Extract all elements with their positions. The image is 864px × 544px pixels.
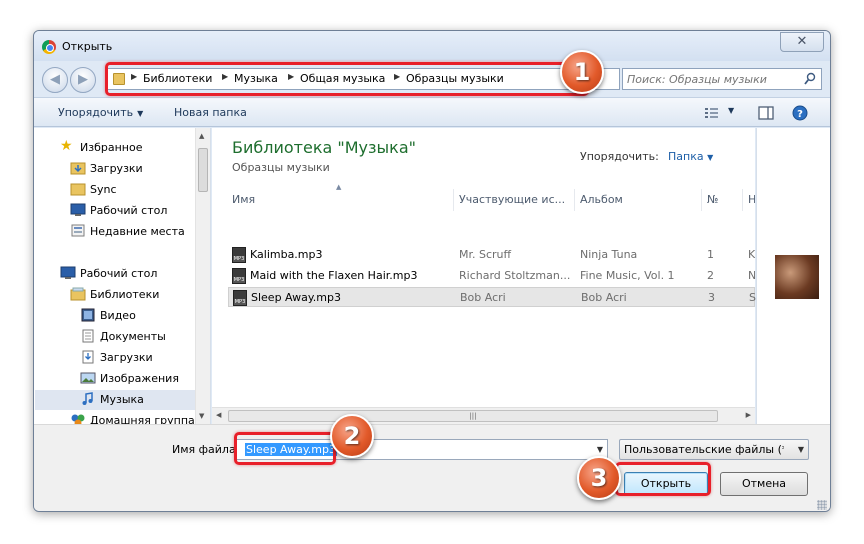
table-row[interactable]: Maid with the Flaxen Hair.mp3 Richard St… (228, 266, 755, 286)
column-header-title[interactable]: Н (744, 189, 755, 211)
arrange-by-value: Папка (668, 150, 704, 163)
nav-item-documents[interactable]: Документы (80, 327, 196, 347)
cancel-button[interactable]: Отмена (720, 472, 808, 496)
desktop-icon (60, 266, 76, 279)
folder-icon (70, 183, 86, 196)
downloads-folder-icon (70, 162, 86, 175)
table-row-selected[interactable]: Sleep Away.mp3 Bob Acri Bob Acri 3 S (228, 287, 756, 307)
nav-item-music[interactable]: Музыка (35, 390, 196, 410)
close-button[interactable]: ✕ (780, 32, 824, 52)
arrange-by-dropdown[interactable]: Папка ▼ (668, 150, 713, 163)
nav-item-video[interactable]: Видео (80, 306, 196, 326)
column-header-artists[interactable]: Участвующие ис... (455, 189, 575, 211)
search-input[interactable] (627, 71, 799, 87)
mp3-file-icon (232, 247, 246, 263)
svg-text:?: ? (797, 109, 803, 120)
video-library-icon (81, 308, 95, 322)
scroll-left-icon[interactable]: ◀ (216, 411, 221, 419)
column-header-number[interactable]: № (703, 189, 743, 211)
nav-item-favorites[interactable]: ★ Избранное (60, 138, 196, 158)
open-file-dialog: Открыть ✕ ◀ ▶ ▶ Библиотеки ▶ Музыка ▶ Об… (33, 30, 831, 512)
horizontal-scrollbar[interactable]: ◀ ||| ▶ (212, 407, 755, 424)
scroll-right-icon[interactable]: ▶ (746, 411, 751, 419)
highlight-file-name (234, 432, 336, 465)
file-name-label: Имя файла: (172, 443, 240, 456)
table-row[interactable]: Kalimba.mp3 Mr. Scruff Ninja Tuna 1 K (228, 245, 755, 265)
window-title: Открыть (62, 40, 113, 53)
music-note-icon (82, 392, 93, 405)
chevron-down-icon: ▼ (797, 445, 804, 454)
chevron-down-icon: ▼ (707, 153, 714, 162)
resize-grip-icon[interactable] (817, 500, 827, 510)
nav-pane-scrollbar[interactable]: ▲ ▼ (195, 128, 210, 424)
column-header-album[interactable]: Альбом (576, 189, 702, 211)
command-bar: Упорядочить ▼ Новая папка ▼ ? (34, 97, 830, 127)
nav-item-recent-places[interactable]: Недавние места (70, 222, 196, 242)
column-header-name[interactable]: Имя (228, 189, 454, 211)
file-type-select[interactable]: Пользовательские файлы (*.mp3;* ▼ (619, 439, 809, 460)
star-icon: ★ (60, 138, 73, 154)
forward-button[interactable]: ▶ (70, 67, 96, 93)
search-box[interactable] (622, 68, 822, 90)
scroll-up-icon[interactable]: ▲ (199, 132, 204, 140)
chrome-app-icon (42, 40, 56, 54)
back-button[interactable]: ◀ (42, 67, 68, 93)
library-subtitle: Образцы музыки (232, 161, 330, 174)
libraries-icon (70, 287, 86, 301)
recent-places-icon (71, 224, 85, 237)
nav-item-libraries[interactable]: Библиотеки (70, 285, 196, 305)
nav-item-desktop-favorite[interactable]: Рабочий стол (70, 201, 196, 221)
organize-button[interactable]: Упорядочить ▼ (58, 106, 143, 119)
arrow-left-icon: ◀ (50, 72, 60, 87)
downloads-library-icon (82, 350, 94, 364)
highlight-open-button (615, 462, 711, 496)
documents-library-icon (82, 329, 94, 343)
step-badge-2: 2 (330, 414, 374, 458)
file-type-value: Пользовательские файлы (*.mp3;* (624, 443, 784, 456)
preview-pane (756, 128, 830, 424)
new-folder-button[interactable]: Новая папка (174, 106, 247, 119)
mp3-file-icon (233, 290, 247, 306)
view-dropdown-icon[interactable]: ▼ (728, 106, 734, 115)
scroll-down-icon[interactable]: ▼ (199, 412, 204, 420)
nav-item-sync[interactable]: Sync (70, 180, 196, 200)
album-art-thumbnail (775, 255, 819, 299)
highlight-breadcrumb (105, 62, 589, 96)
scrollbar-thumb[interactable] (198, 148, 208, 192)
organize-label: Упорядочить (58, 106, 134, 119)
library-title: Библиотека "Музыка" (232, 138, 416, 157)
arrow-right-icon: ▶ (78, 72, 88, 87)
view-options-icon[interactable] (704, 105, 720, 121)
help-icon[interactable]: ? (792, 105, 808, 121)
search-icon[interactable] (804, 72, 816, 86)
title-bar: Открыть ✕ (34, 31, 830, 61)
file-list-pane: Библиотека "Музыка" Образцы музыки Упоря… (212, 128, 756, 424)
step-badge-3: 3 (577, 456, 621, 500)
navigation-pane: ★ Избранное Загрузки Sync Рабочий стол Н… (34, 128, 211, 427)
arrange-by-label: Упорядочить: (580, 150, 659, 163)
nav-item-downloads-library[interactable]: Загрузки (80, 348, 196, 368)
mp3-file-icon (232, 268, 246, 284)
scrollbar-thumb[interactable]: ||| (228, 410, 718, 422)
chevron-down-icon: ▼ (137, 109, 144, 118)
close-icon: ✕ (796, 34, 808, 49)
nav-item-downloads[interactable]: Загрузки (70, 159, 196, 179)
preview-pane-icon[interactable] (758, 105, 774, 121)
desktop-icon (70, 203, 86, 216)
step-badge-1: 1 (560, 50, 604, 94)
chevron-down-icon[interactable]: ▼ (597, 445, 603, 454)
nav-item-pictures[interactable]: Изображения (80, 369, 196, 389)
pictures-library-icon (80, 372, 96, 384)
nav-item-desktop[interactable]: Рабочий стол (60, 264, 196, 284)
